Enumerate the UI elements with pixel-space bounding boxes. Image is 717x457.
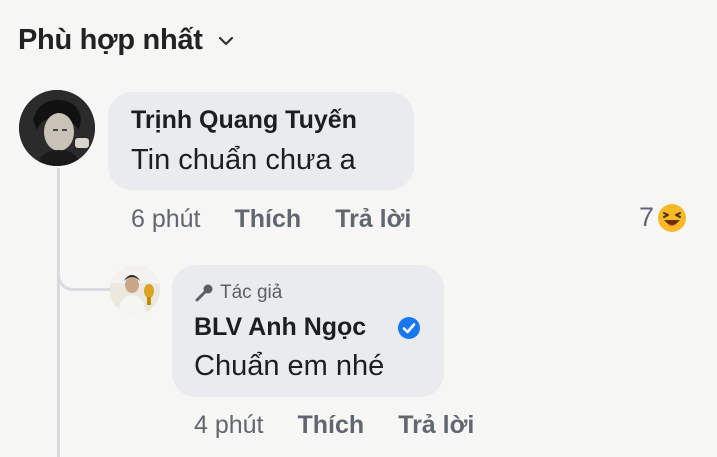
avatar-image <box>110 265 160 315</box>
sort-label: Phù hợp nhất <box>18 24 203 56</box>
thread-connector <box>57 168 60 457</box>
verified-badge-icon <box>398 317 420 339</box>
avatar[interactable] <box>19 90 95 166</box>
like-button[interactable]: Thích <box>298 411 365 440</box>
chevron-down-icon <box>218 36 233 45</box>
comment-author[interactable]: Trịnh Quang Tuyến <box>131 106 357 135</box>
author-badge-label: Tác giả <box>220 282 283 303</box>
laughing-emoji-icon <box>658 203 687 232</box>
comment-actions: 6 phút Thích Trả lời <box>131 205 411 234</box>
avatar-image <box>19 90 95 166</box>
reply-connector <box>57 265 115 291</box>
sort-dropdown[interactable]: Phù hợp nhất <box>18 24 235 57</box>
reaction-count: 7 <box>639 202 655 232</box>
comment-text: Tin chuẩn chưa a <box>131 144 356 176</box>
comment-time[interactable]: 6 phút <box>131 205 201 234</box>
reaction-summary[interactable]: 7 <box>639 202 687 233</box>
reply-button[interactable]: Trả lời <box>335 205 411 234</box>
reply-author[interactable]: BLV Anh Ngọc <box>194 313 366 342</box>
avatar[interactable] <box>110 265 160 315</box>
reply-text: Chuẩn em nhé <box>194 350 385 382</box>
reply-time[interactable]: 4 phút <box>194 411 264 440</box>
reply-button[interactable]: Trả lời <box>398 411 474 440</box>
microphone-icon <box>195 284 213 302</box>
like-button[interactable]: Thích <box>235 205 302 234</box>
reply-actions: 4 phút Thích Trả lời <box>194 411 474 440</box>
author-badge: Tác giả <box>194 282 282 304</box>
